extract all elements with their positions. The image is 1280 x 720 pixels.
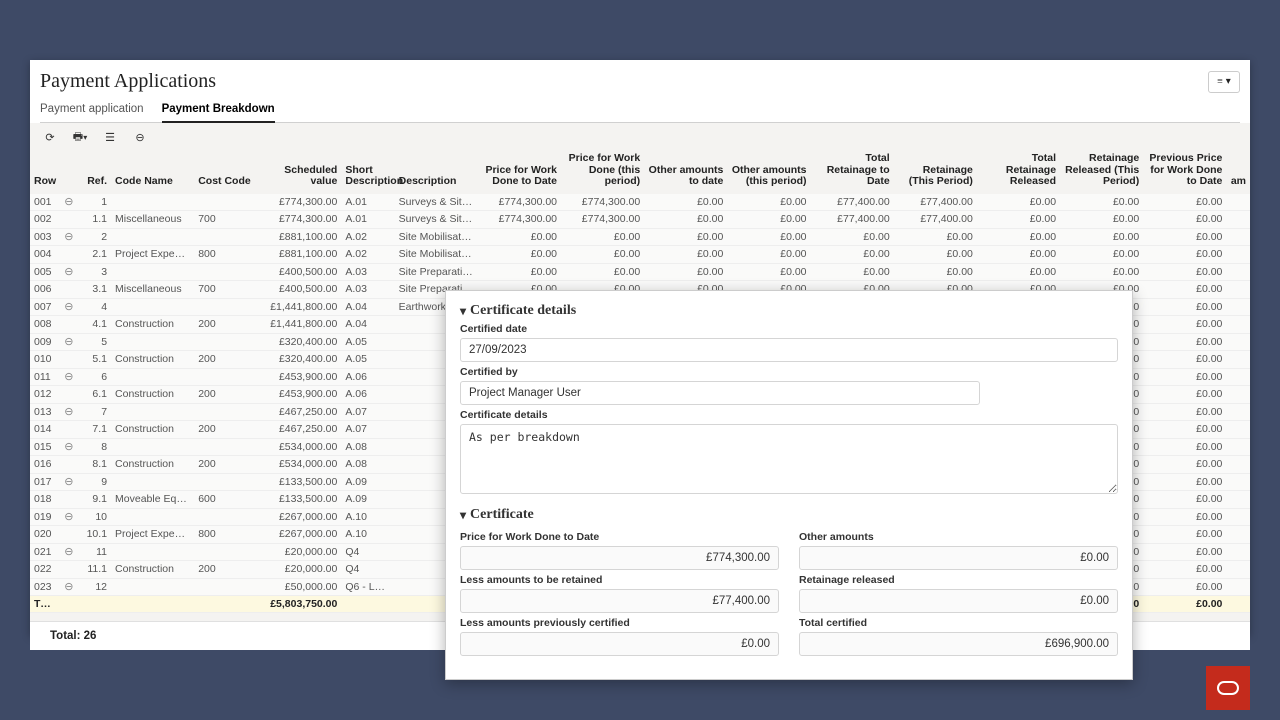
tab-payment-breakdown[interactable]: Payment Breakdown [162, 99, 275, 123]
price-work-value [460, 546, 779, 570]
expand-icon [64, 248, 74, 258]
expand-icon [64, 318, 74, 328]
retainage-released-label: Retainage released [799, 574, 1118, 586]
certificate-details-label: Certificate details [460, 409, 1118, 421]
expand-icon[interactable]: ⊖ [64, 583, 74, 593]
price-work-label: Price for Work Done to Date [460, 531, 779, 543]
tabs: Payment application Payment Breakdown [40, 99, 1240, 123]
column-header[interactable]: Description [395, 151, 478, 194]
certified-by-label: Certified by [460, 366, 1118, 378]
grid-header: Row Ref.Code NameCost CodeScheduled value… [30, 151, 1250, 194]
expand-icon [64, 458, 74, 468]
toolbar: ⟳ 🖶▾ ☰ ⊖ [30, 123, 1250, 151]
chevron-down-icon: ▾ [1226, 76, 1231, 87]
column-header[interactable]: Scheduled value [258, 151, 341, 194]
column-header[interactable]: Ref. [79, 151, 111, 194]
expand-icon[interactable]: ⊖ [64, 443, 74, 453]
expand-icon[interactable]: ⊖ [64, 268, 74, 278]
page-title: Payment Applications [40, 70, 216, 93]
table-row[interactable]: 0021.1Miscellaneous700£774,300.00A.01Sur… [30, 210, 1250, 228]
table-row[interactable]: 001⊖1£774,300.00A.01Surveys & Site Inv..… [30, 194, 1250, 211]
chevron-down-icon: ▾ [460, 304, 466, 319]
column-header[interactable] [60, 151, 79, 194]
certificate-panel: ▾ Certificate details Certified date Cer… [445, 290, 1133, 680]
oracle-logo [1206, 666, 1250, 710]
total-certified-value [799, 632, 1118, 656]
column-header[interactable]: Code Name [111, 151, 194, 194]
expand-icon[interactable]: ⊖ [64, 548, 74, 558]
certified-date-input[interactable] [460, 338, 1118, 362]
certificate-header[interactable]: ▾ Certificate [460, 507, 1118, 523]
column-header[interactable]: Retainage (This Period) [894, 151, 977, 194]
expand-icon [64, 353, 74, 363]
expand-icon[interactable]: ⊖ [64, 338, 74, 348]
expand-icon [64, 563, 74, 573]
less-retained-value [460, 589, 779, 613]
expand-icon[interactable]: ⊖ [64, 478, 74, 488]
expand-icon[interactable]: ⊖ [64, 233, 74, 243]
table-row[interactable]: 0042.1Project Expenses800£881,100.00A.02… [30, 245, 1250, 263]
column-header[interactable]: Other amounts to date [644, 151, 727, 194]
table-row[interactable]: 005⊖3£400,500.00A.03Site Preparation£0.0… [30, 263, 1250, 280]
column-header[interactable]: Total Retainage to Date [811, 151, 894, 194]
certified-by-input[interactable] [460, 381, 980, 405]
other-amounts-label: Other amounts [799, 531, 1118, 543]
expand-icon [64, 213, 74, 223]
expand-icon [64, 388, 74, 398]
expand-icon[interactable]: ⊖ [64, 513, 74, 523]
column-header[interactable]: Previous Price for Work Done to Date [1143, 151, 1226, 194]
less-retained-label: Less amounts to be retained [460, 574, 779, 586]
column-header[interactable]: Price for Work Done to Date [478, 151, 561, 194]
less-prev-label: Less amounts previously certified [460, 617, 779, 629]
total-certified-label: Total certified [799, 617, 1118, 629]
retainage-released-value [799, 589, 1118, 613]
expand-icon [64, 423, 74, 433]
filter-icon[interactable]: ☰ [102, 129, 118, 145]
column-header[interactable]: Other amounts (this period) [727, 151, 810, 194]
certified-date-label: Certified date [460, 323, 1118, 335]
column-header[interactable]: Row [30, 151, 60, 194]
collapse-icon[interactable]: ⊖ [132, 129, 148, 145]
certificate-details-textarea[interactable] [460, 424, 1118, 494]
table-row[interactable]: 003⊖2£881,100.00A.02Site Mobilisation£0.… [30, 228, 1250, 245]
column-header[interactable]: am [1226, 151, 1250, 194]
expand-icon[interactable]: ⊖ [64, 303, 74, 313]
refresh-icon[interactable]: ⟳ [42, 129, 58, 145]
expand-icon [64, 283, 74, 293]
expand-icon[interactable]: ⊖ [64, 198, 74, 208]
less-prev-value [460, 632, 779, 656]
expand-icon[interactable]: ⊖ [64, 408, 74, 418]
print-icon[interactable]: 🖶▾ [72, 129, 88, 145]
expand-icon[interactable]: ⊖ [64, 373, 74, 383]
certificate-details-header[interactable]: ▾ Certificate details [460, 303, 1118, 319]
chevron-down-icon: ▾ [460, 508, 466, 523]
tab-payment-application[interactable]: Payment application [40, 99, 144, 122]
hamburger-icon: ≡ [1217, 76, 1223, 87]
column-header[interactable]: Total Retainage Released [977, 151, 1060, 194]
expand-icon [64, 493, 74, 503]
expand-icon [64, 528, 74, 538]
other-amounts-value [799, 546, 1118, 570]
column-header[interactable]: Cost Code [194, 151, 258, 194]
column-header[interactable]: Price for Work Done (this period) [561, 151, 644, 194]
column-header[interactable]: Retainage Released (This Period) [1060, 151, 1143, 194]
card-menu-button[interactable]: ≡ ▾ [1208, 71, 1240, 93]
column-header[interactable]: Short Description [341, 151, 394, 194]
